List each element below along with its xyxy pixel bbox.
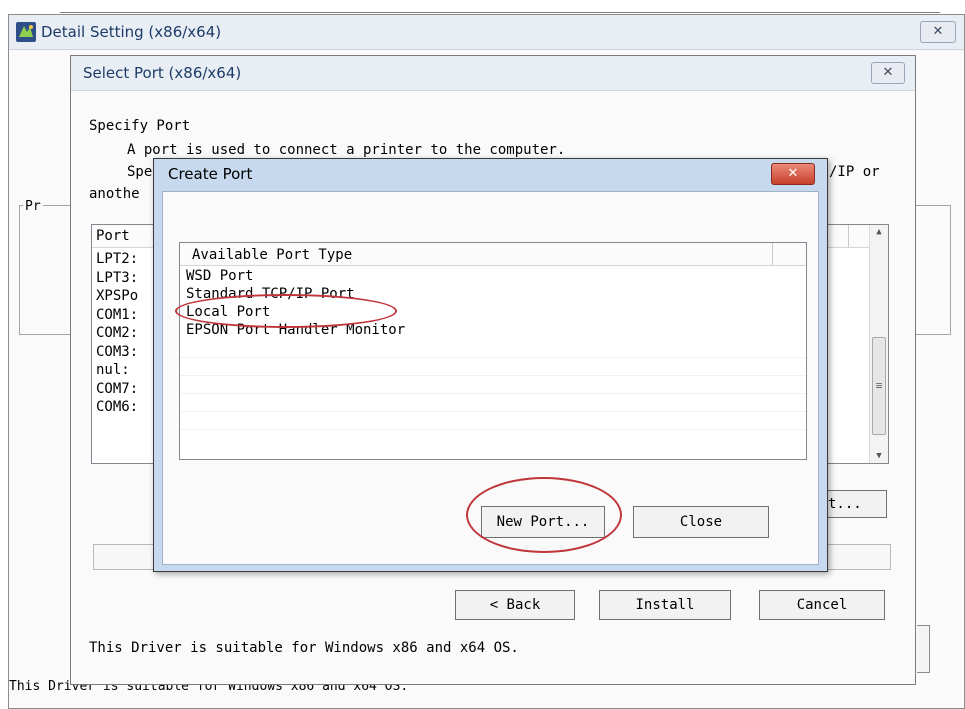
column-header-port[interactable]: Port bbox=[96, 228, 130, 244]
install-button[interactable]: Install bbox=[599, 590, 731, 620]
list-item[interactable]: COM7: bbox=[96, 380, 138, 399]
port-type-list[interactable]: Available Port Type WSD Port Standard TC… bbox=[179, 242, 807, 460]
outer-titlebar[interactable]: Detail Setting (x86/x64) ✕ bbox=[9, 15, 964, 50]
list-item[interactable]: LPT2: bbox=[96, 250, 138, 269]
list-item[interactable]: XPSPo bbox=[96, 287, 138, 306]
column-header-available-port-type[interactable]: Available Port Type bbox=[192, 247, 352, 263]
description-line-end: /IP or bbox=[829, 164, 880, 180]
close-icon[interactable]: ✕ bbox=[920, 21, 956, 43]
close-icon[interactable]: ✕ bbox=[771, 163, 815, 185]
list-item[interactable]: LPT3: bbox=[96, 269, 138, 288]
outer-partial-button[interactable] bbox=[917, 625, 930, 673]
list-item[interactable]: nul: bbox=[96, 361, 138, 380]
description-line: A port is used to connect a printer to t… bbox=[127, 142, 566, 158]
port-settings-button[interactable]: t... bbox=[821, 490, 887, 518]
vertical-scrollbar[interactable]: ▲ ≡ ▼ bbox=[869, 225, 888, 463]
list-item[interactable]: COM6: bbox=[96, 398, 138, 417]
highlight-ellipse-tcpip bbox=[175, 294, 397, 328]
scroll-thumb[interactable]: ≡ bbox=[872, 337, 886, 435]
dialog-title: Create Port bbox=[168, 165, 253, 183]
scroll-down-icon[interactable]: ▼ bbox=[870, 451, 888, 461]
group-label: Pr bbox=[23, 199, 43, 214]
description-line-start: Spe bbox=[127, 164, 153, 180]
cancel-button[interactable]: Cancel bbox=[759, 590, 885, 620]
grid-line bbox=[180, 429, 806, 430]
create-port-titlebar[interactable]: Create Port ✕ bbox=[154, 159, 827, 189]
grid-line bbox=[180, 411, 806, 412]
highlight-ellipse-new-port bbox=[466, 477, 622, 553]
port-type-header[interactable]: Available Port Type bbox=[180, 243, 806, 266]
column-separator[interactable] bbox=[848, 225, 849, 247]
back-button[interactable]: < Back bbox=[455, 590, 575, 620]
list-item-wsd[interactable]: WSD Port bbox=[186, 267, 253, 285]
footer-text: This Driver is suitable for Windows x86 … bbox=[89, 640, 519, 656]
column-separator[interactable] bbox=[772, 243, 773, 265]
select-port-titlebar[interactable]: Select Port (x86/x64) ✕ bbox=[71, 56, 915, 91]
grid-line bbox=[180, 375, 806, 376]
grid-line bbox=[180, 393, 806, 394]
list-item[interactable]: COM3: bbox=[96, 343, 138, 362]
port-rows: LPT2: LPT3: XPSPo COM1: COM2: COM3: nul:… bbox=[96, 250, 138, 417]
section-heading: Specify Port bbox=[89, 118, 191, 134]
list-item[interactable]: COM2: bbox=[96, 324, 138, 343]
description-line-3: anothe bbox=[89, 186, 140, 202]
close-icon[interactable]: ✕ bbox=[871, 62, 905, 84]
dialog-title: Select Port (x86/x64) bbox=[83, 64, 242, 82]
scroll-up-icon[interactable]: ▲ bbox=[870, 227, 888, 237]
app-icon bbox=[16, 22, 36, 42]
window-title: Detail Setting (x86/x64) bbox=[41, 23, 222, 41]
grid-line bbox=[180, 357, 806, 358]
close-button[interactable]: Close bbox=[633, 506, 769, 538]
background-window-edge bbox=[60, 12, 940, 13]
list-item[interactable]: COM1: bbox=[96, 306, 138, 325]
